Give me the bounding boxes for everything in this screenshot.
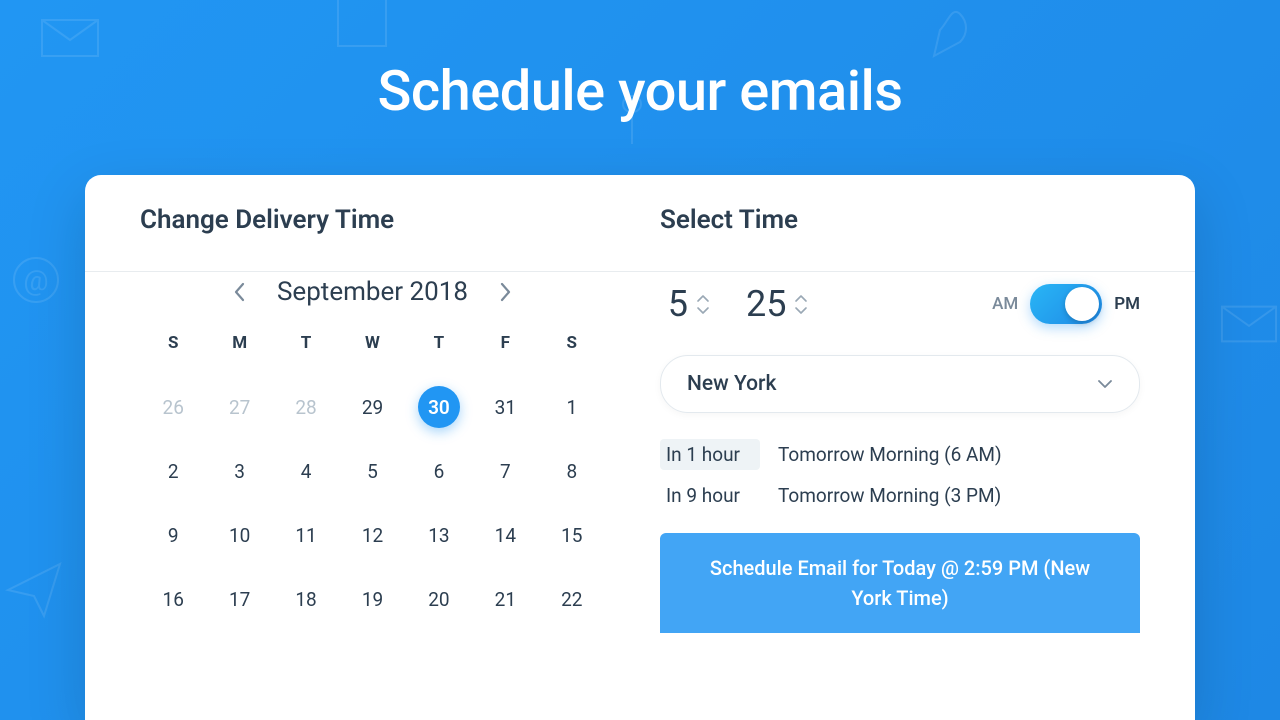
calendar-day[interactable]: 30 [406,375,472,439]
ampm-toggle-group: AM PM [992,284,1140,324]
quick-option-row: In 1 hour Tomorrow Morning (6 AM) [660,439,1140,470]
minute-value: 25 [746,283,786,325]
hour-arrows[interactable] [696,294,710,315]
chevron-up-icon [794,294,808,303]
calendar-day[interactable]: 19 [339,567,405,631]
calendar-day-of-week: F [472,333,538,375]
hour-stepper[interactable]: 5 [660,283,710,325]
quick-option-absolute[interactable]: Tomorrow Morning (6 AM) [778,443,1002,466]
calendar-day[interactable]: 10 [206,503,272,567]
calendar-day[interactable]: 21 [472,567,538,631]
chevron-left-icon [233,282,245,302]
card-divider [85,271,1195,272]
am-label: AM [992,294,1018,314]
calendar-day[interactable]: 20 [406,567,472,631]
ampm-toggle[interactable] [1030,284,1102,324]
calendar-day[interactable]: 3 [206,439,272,503]
calendar-day[interactable]: 13 [406,503,472,567]
calendar-day[interactable]: 18 [273,567,339,631]
scheduler-card: Change Delivery Time September 2018 SMTW… [85,175,1195,720]
toggle-handle [1065,287,1099,321]
calendar-day[interactable]: 28 [273,375,339,439]
calendar-day[interactable]: 26 [140,375,206,439]
calendar-day[interactable]: 31 [472,375,538,439]
current-month-label: September 2018 [277,277,468,307]
quick-option-row: In 9 hour Tomorrow Morning (3 PM) [660,480,1140,511]
calendar-grid: SMTWTFS262728293031123456789101112131415… [140,333,605,631]
calendar-day-of-week: T [273,333,339,375]
quick-options-list: In 1 hour Tomorrow Morning (6 AM) In 9 hou… [660,439,1140,511]
calendar-title: Change Delivery Time [140,205,605,235]
calendar-day[interactable]: 1 [539,375,605,439]
calendar-day[interactable]: 29 [339,375,405,439]
calendar-day[interactable]: 12 [339,503,405,567]
schedule-button[interactable]: Schedule Email for Today @ 2:59 PM (New … [660,533,1140,633]
time-title: Select Time [660,205,1140,235]
chevron-down-icon [1097,379,1113,389]
quick-option-relative[interactable]: In 1 hour [660,439,760,470]
calendar-day[interactable]: 5 [339,439,405,503]
calendar-header: September 2018 [140,277,605,307]
calendar-day-of-week: M [206,333,272,375]
hour-value: 5 [660,283,688,325]
hero-title: Schedule your emails [0,0,1280,124]
chevron-down-icon [696,306,710,315]
calendar-day[interactable]: 14 [472,503,538,567]
calendar-day[interactable]: 8 [539,439,605,503]
calendar-day-of-week: S [539,333,605,375]
calendar-day-of-week: S [140,333,206,375]
quick-option-relative[interactable]: In 9 hour [660,480,760,511]
chevron-right-icon [500,282,512,302]
quick-option-absolute[interactable]: Tomorrow Morning (3 PM) [778,484,1001,507]
minute-arrows[interactable] [794,294,808,315]
calendar-day[interactable]: 9 [140,503,206,567]
minute-stepper[interactable]: 25 [746,283,808,325]
time-pane: Select Time 5 25 AM [640,175,1195,720]
calendar-day[interactable]: 17 [206,567,272,631]
svg-text:@: @ [23,264,48,297]
calendar-day[interactable]: 6 [406,439,472,503]
timezone-dropdown[interactable]: New York [660,355,1140,413]
next-month-button[interactable] [492,278,520,306]
calendar-day[interactable]: 27 [206,375,272,439]
time-row: 5 25 AM PM [660,283,1140,325]
calendar-day[interactable]: 15 [539,503,605,567]
calendar-day-of-week: W [339,333,405,375]
calendar-day[interactable]: 4 [273,439,339,503]
calendar-day-of-week: T [406,333,472,375]
calendar-day[interactable]: 16 [140,567,206,631]
calendar-day[interactable]: 11 [273,503,339,567]
chevron-up-icon [696,294,710,303]
pm-label: PM [1114,294,1140,314]
calendar-day[interactable]: 7 [472,439,538,503]
timezone-value: New York [687,372,776,396]
calendar-day[interactable]: 2 [140,439,206,503]
chevron-down-icon [794,306,808,315]
calendar-day[interactable]: 22 [539,567,605,631]
prev-month-button[interactable] [225,278,253,306]
calendar-pane: Change Delivery Time September 2018 SMTW… [85,175,640,720]
